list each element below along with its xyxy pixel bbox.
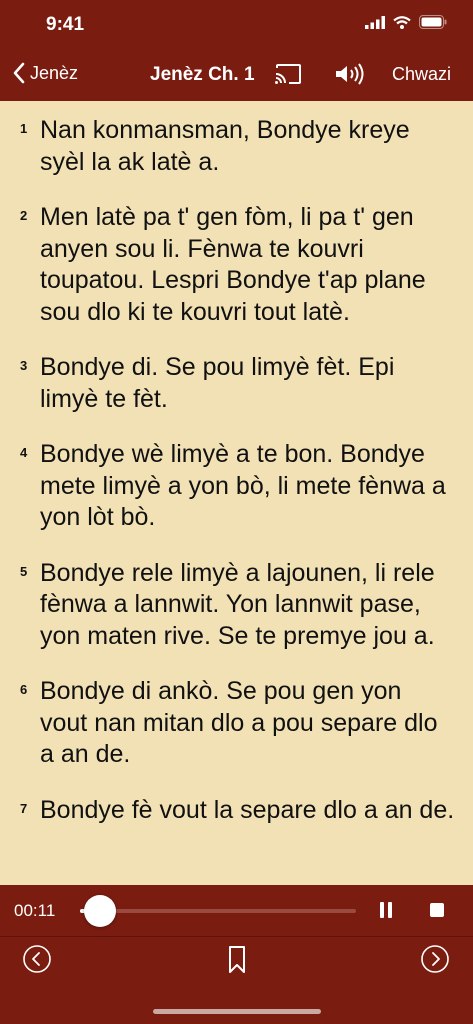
verse-number: 4 [20, 445, 28, 460]
cast-icon[interactable] [274, 63, 302, 85]
app-header: 9:41 Jenèz Jenèz Ch. 1 Chwazi [0, 0, 473, 101]
verse-text: Bondye wè limyè a te bon. Bondye mete li… [40, 440, 446, 531]
verse[interactable]: 5 Bondye rele limyè a lajounen, li rele … [20, 558, 455, 653]
verse[interactable]: 1 Nan konmansman, Bondye kreye syèl la a… [20, 115, 455, 178]
verse[interactable]: 3 Bondye di. Se pou limyè fèt. Epi limyè… [20, 352, 455, 415]
chevron-left-icon [13, 62, 25, 84]
verse-number: 3 [20, 358, 28, 373]
audio-player: 00:11 [0, 885, 473, 1024]
back-button[interactable]: Jenèz [12, 62, 78, 84]
verse-text: Bondye fè vout la separe dlo a an de. [40, 795, 455, 824]
verse-text: Bondye di ankò. Se pou gen yon vout nan … [40, 677, 438, 768]
home-indicator [153, 1009, 321, 1014]
progress-slider-thumb[interactable] [83, 895, 116, 927]
verse-text: Bondye di. Se pou limyè fèt. Epi limyè t… [40, 353, 395, 413]
verse-number: 1 [20, 121, 28, 136]
progress-track[interactable] [80, 909, 356, 913]
navigation-bar: Jenèz Jenèz Ch. 1 Chwazi [0, 54, 473, 98]
verse-number: 2 [20, 208, 28, 223]
battery-icon [419, 15, 447, 29]
verse-number: 5 [20, 563, 28, 579]
previous-chapter-icon[interactable] [22, 944, 52, 974]
verse[interactable]: 6 Bondye di ankò. Se pou gen yon vout na… [20, 676, 455, 771]
choose-button[interactable]: Chwazi [392, 64, 451, 85]
status-icons [365, 15, 447, 29]
wifi-icon [393, 15, 411, 29]
back-label: Jenèz [30, 62, 79, 83]
stop-icon[interactable] [430, 903, 444, 917]
verse-number: 6 [20, 682, 28, 697]
verse-text: Nan konmansman, Bondye kreye syèl la ak … [40, 116, 410, 176]
verse[interactable]: 7 Bondye fè vout la separe dlo a an de. [20, 795, 455, 827]
signal-icon [365, 15, 385, 29]
verse-text: Men latè pa t' gen fòm, li pa t' gen any… [40, 203, 426, 326]
verse-text: Bondye rele limyè a lajounen, li rele fè… [40, 558, 435, 650]
pause-icon[interactable] [378, 901, 394, 919]
bookmark-icon[interactable] [227, 945, 247, 975]
status-bar: 9:41 [0, 0, 473, 50]
verse[interactable]: 4 Bondye wè limyè a te bon. Bondye mete … [20, 439, 455, 534]
verse[interactable]: 2 Men latè pa t' gen fòm, li pa t' gen a… [20, 202, 455, 328]
verse-list[interactable]: 1 Nan konmansman, Bondye kreye syèl la a… [0, 101, 473, 885]
chapter-title[interactable]: Jenèz Ch. 1 [150, 64, 255, 86]
status-time: 9:41 [46, 14, 85, 35]
verse-number: 7 [20, 800, 28, 816]
next-chapter-icon[interactable] [420, 944, 450, 974]
elapsed-time: 00:11 [14, 901, 56, 920]
speaker-icon[interactable] [334, 63, 366, 85]
player-divider [0, 936, 473, 937]
